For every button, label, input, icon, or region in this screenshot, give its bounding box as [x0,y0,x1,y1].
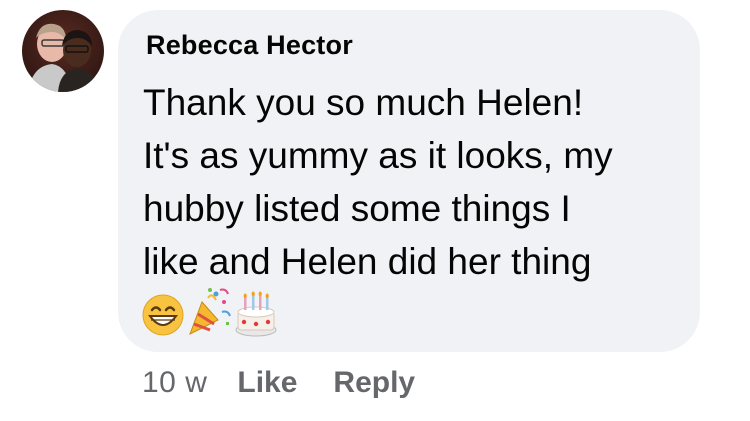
like-button[interactable]: Like [237,366,297,400]
emoji-row [140,286,280,338]
comment-text-line: Thank you so much Helen! [143,82,584,123]
avatar-photo [22,10,104,92]
comment-author[interactable]: Rebecca Hector [146,30,353,61]
reply-button[interactable]: Reply [333,366,415,400]
comment: Rebecca Hector Thank you so much Helen! … [0,0,750,421]
comment-timestamp[interactable]: 10 w [142,366,207,400]
comment-text-line: hubby listed some things I [143,188,571,229]
grinning-face-emoji [142,294,184,336]
party-popper-emoji [189,288,231,336]
avatar[interactable] [22,10,104,92]
comment-actions: 10 w Like Reply [142,366,451,400]
birthday-cake-emoji [235,291,277,337]
comment-text-line: like and Helen did her thing [143,241,592,282]
comment-text: Thank you so much Helen! It's as yummy a… [143,76,688,288]
comment-text-line: It's as yummy as it looks, my [143,135,613,176]
